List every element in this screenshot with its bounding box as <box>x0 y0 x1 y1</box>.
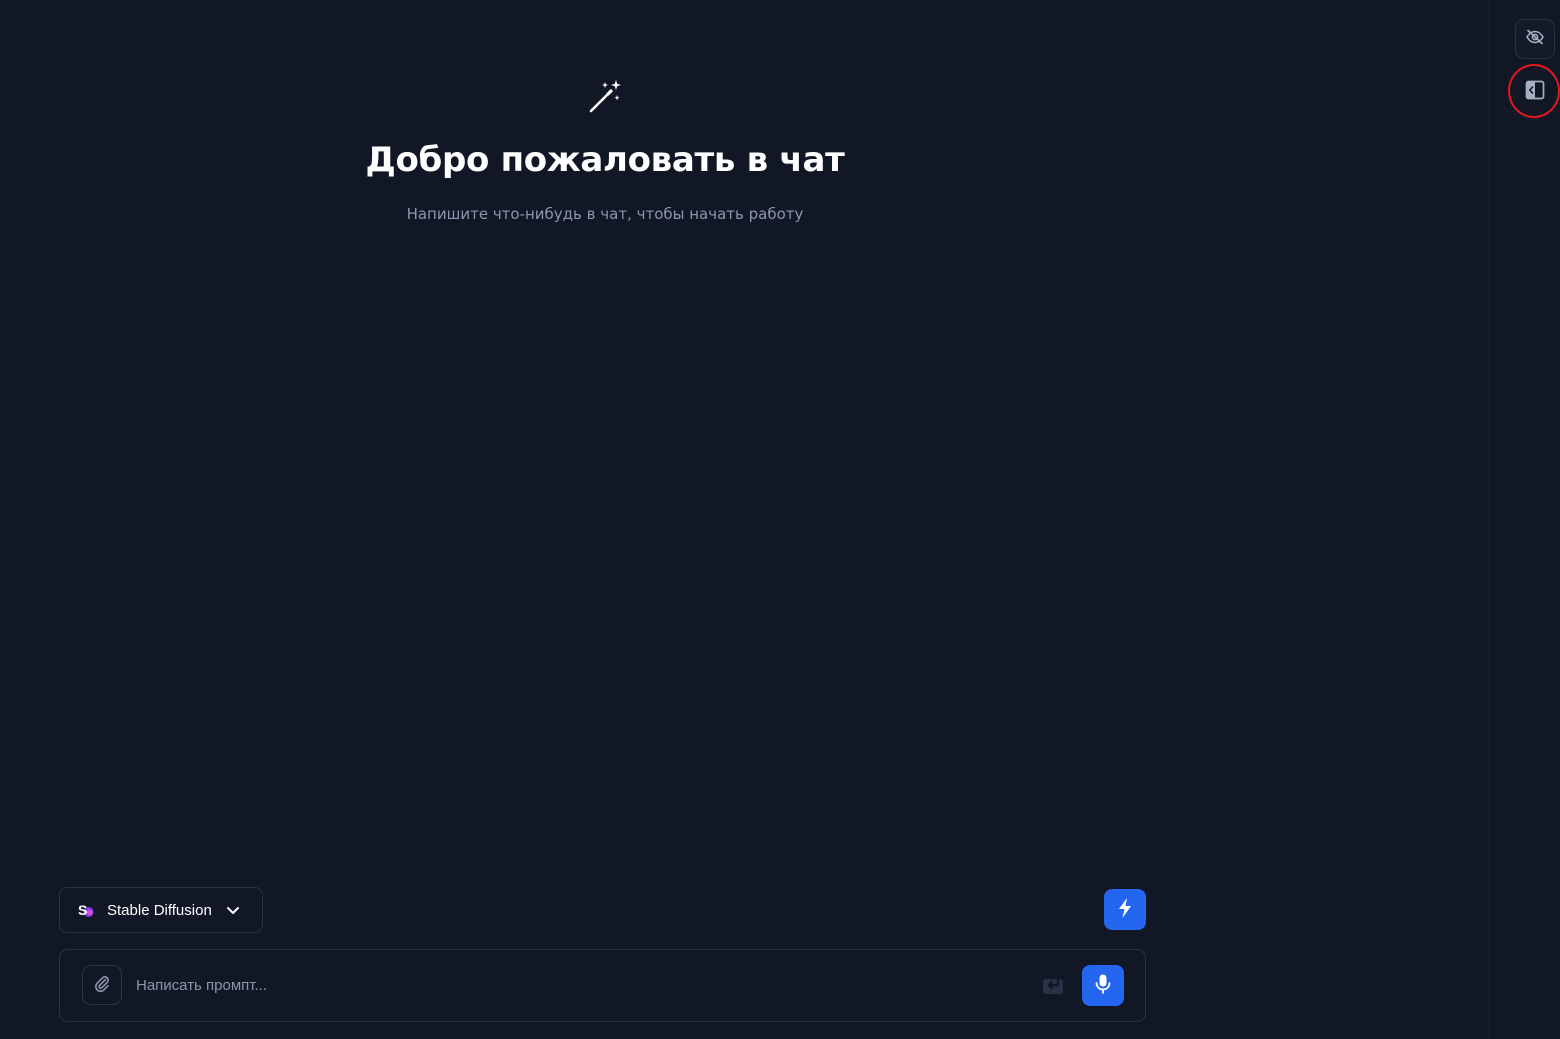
model-selector-dropdown[interactable]: S Stable Diffusion <box>59 887 263 933</box>
model-name-label: Stable Diffusion <box>107 901 212 919</box>
eye-off-icon <box>1525 29 1545 49</box>
sidebar-panel-icon <box>1525 80 1545 104</box>
welcome-title: Добро пожаловать в чат <box>365 140 845 180</box>
stable-diffusion-logo: S <box>77 901 95 919</box>
chevron-down-icon <box>226 903 240 917</box>
chat-app: Добро пожаловать в чат Напишите что-нибу… <box>0 0 1560 1039</box>
toggle-side-panel-button[interactable] <box>1515 72 1555 112</box>
right-sidebar-rail <box>1489 0 1560 1039</box>
voice-input-button[interactable] <box>1082 965 1124 1006</box>
prompt-composer <box>59 949 1146 1022</box>
enter-icon <box>1042 973 1066 999</box>
paperclip-icon <box>93 974 111 996</box>
toggle-visibility-button[interactable] <box>1515 19 1555 59</box>
magic-wand-icon <box>305 78 905 114</box>
lightning-icon <box>1117 897 1133 922</box>
prompt-input[interactable] <box>136 968 1016 1002</box>
microphone-icon <box>1095 974 1111 998</box>
quick-action-button[interactable] <box>1104 889 1146 930</box>
welcome-section: Добро пожаловать в чат Напишите что-нибу… <box>305 78 905 224</box>
welcome-subtitle: Напишите что-нибудь в чат, чтобы начать … <box>406 205 804 223</box>
attach-file-button[interactable] <box>82 965 122 1005</box>
send-button[interactable] <box>1040 972 1068 1000</box>
model-logo-letter: S <box>78 902 87 918</box>
